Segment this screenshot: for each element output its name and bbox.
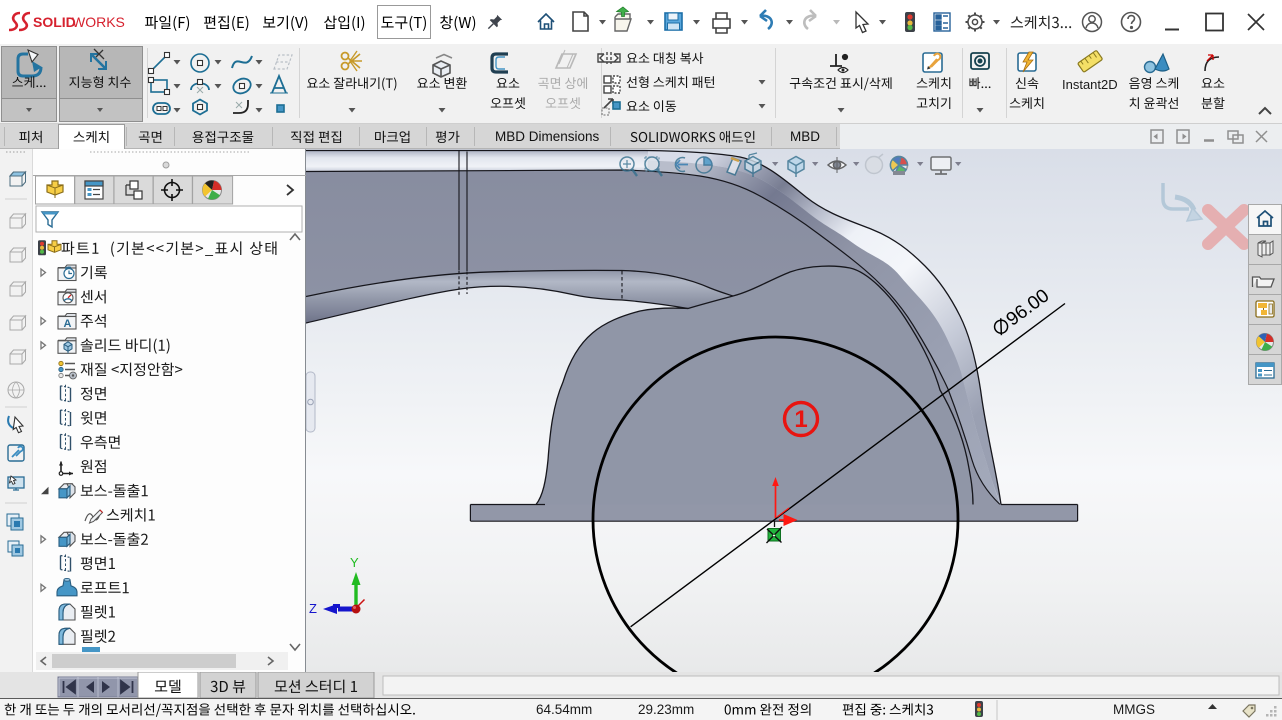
svg-text:Y: Y (350, 555, 359, 570)
svg-text:A: A (64, 318, 72, 330)
svg-text:SOLID: SOLID (33, 14, 76, 30)
svg-text:WORKS: WORKS (72, 14, 125, 30)
svg-text:1: 1 (794, 406, 807, 433)
svg-text:Z: Z (309, 601, 317, 616)
